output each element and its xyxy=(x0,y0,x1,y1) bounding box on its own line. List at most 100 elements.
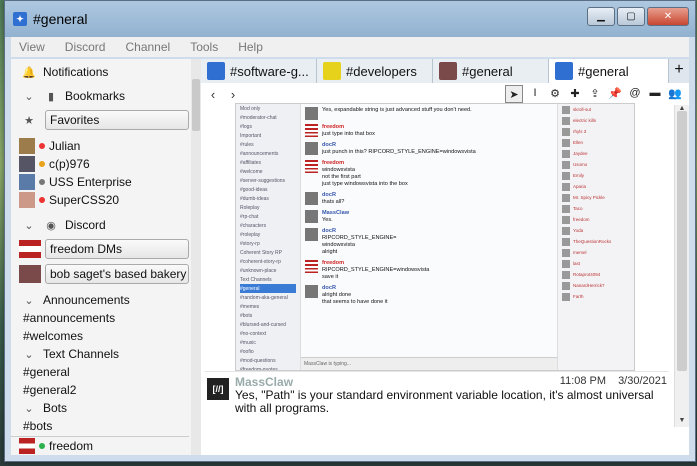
embed-user-name: Taco xyxy=(573,206,583,211)
avatar xyxy=(562,237,570,246)
sidebar-scroll-thumb[interactable] xyxy=(192,79,200,131)
avatar xyxy=(305,210,318,223)
current-user[interactable]: freedom xyxy=(11,436,189,455)
add-tab-button[interactable]: + xyxy=(669,59,689,83)
channel-bots[interactable]: #bots xyxy=(11,417,189,435)
contact-julian[interactable]: Julian xyxy=(11,137,189,155)
embed-channel-item: #coherent-story-rp xyxy=(240,258,281,265)
embed-message: docR just punch in this? RIPCORD_STYLE_EN… xyxy=(305,142,554,156)
mention-icon[interactable]: @ xyxy=(627,85,643,101)
contact-c976[interactable]: c(p)976 xyxy=(11,155,189,173)
upload-icon[interactable]: ⇪ xyxy=(587,85,603,101)
server-bakery-button[interactable]: bob saget's based bakery xyxy=(45,264,189,284)
message-date: 3/30/2021 xyxy=(618,375,667,387)
embed-message: freedom RIPCORD_STYLE_ENGINE=windowsvista… xyxy=(305,260,554,281)
category-text-channels[interactable]: ⌄ Text Channels xyxy=(11,345,189,363)
contact-uss-enterprise[interactable]: USS Enterprise xyxy=(11,173,189,191)
embed-text: RIPCORD_STYLE_ENGINE=windowsvista xyxy=(322,267,430,273)
scroll-down-icon[interactable]: ▼ xyxy=(675,417,689,427)
channel-label: #general xyxy=(23,365,70,379)
menu-channel[interactable]: Channel xyxy=(125,40,170,54)
embed-user: Rotaprot4094 xyxy=(558,269,634,280)
sidebar-discord[interactable]: ⌄ ◉ Discord xyxy=(11,216,189,234)
embed-channel-item: #dumb-ideas xyxy=(240,195,269,202)
text-cursor-icon[interactable]: I xyxy=(527,85,543,101)
embed-user: rhyls 3 xyxy=(558,126,634,137)
embed-user-name: skroll-sut xyxy=(573,107,592,112)
notifications-label: Notifications xyxy=(43,65,109,79)
embed-user: electric kills xyxy=(558,115,634,126)
embed-channel-item: Mod only xyxy=(240,105,261,112)
embed-user-name: Farth xyxy=(573,294,584,299)
channel-label: #general2 xyxy=(23,383,77,397)
main-panel: #software-g... #developers #general #gen… xyxy=(201,59,689,455)
menu-bar: View Discord Channel Tools Help xyxy=(11,37,689,57)
category-announcements[interactable]: ⌄ Announcements xyxy=(11,291,189,309)
avatar xyxy=(562,116,570,125)
pin-icon[interactable]: 📌 xyxy=(607,85,623,101)
message-text: Yes, "Path" is your standard environment… xyxy=(235,388,654,415)
sidebar-bookmarks[interactable]: ⌄ ▮ Bookmarks xyxy=(11,87,189,105)
tab-general-1[interactable]: #general xyxy=(433,59,549,83)
screenshot-embed[interactable]: Mod only #moderator-chat #logs Important #ru… xyxy=(235,103,635,371)
message-author[interactable]: MassClaw xyxy=(235,375,293,389)
menu-help[interactable]: Help xyxy=(238,40,263,54)
avatar xyxy=(19,265,41,283)
back-icon[interactable]: ‹ xyxy=(205,87,221,102)
embed-user-name: rhyls 3 xyxy=(573,129,587,134)
embed-channel-item: #music xyxy=(240,339,256,346)
close-button[interactable]: ✕ xyxy=(647,7,689,26)
channel-welcomes[interactable]: #welcomes xyxy=(11,327,189,345)
channel-general2[interactable]: #general2 xyxy=(11,381,189,399)
embed-messages: Yes, expandable string is just advanced … xyxy=(301,104,558,370)
menu-tools[interactable]: Tools xyxy=(190,40,218,54)
favorites-button[interactable]: Favorites xyxy=(45,110,189,130)
plus-icon[interactable]: ✚ xyxy=(567,85,583,101)
channel-list-icon[interactable]: ▬ xyxy=(647,85,663,101)
server-icon xyxy=(323,62,341,80)
embed-channel-item: #random-aka-general xyxy=(240,294,288,301)
sidebar-notifications[interactable]: 🔔 Notifications xyxy=(11,63,189,81)
tab-software[interactable]: #software-g... xyxy=(201,59,317,83)
category-bots[interactable]: ⌄ Bots xyxy=(11,399,189,417)
contact-supercss20[interactable]: SuperCSS20 xyxy=(11,191,189,209)
embed-user: Jaydee xyxy=(558,148,634,159)
status-dot xyxy=(39,443,45,449)
tab-general-2[interactable]: #general xyxy=(549,59,669,83)
maximize-button[interactable]: ▢ xyxy=(617,7,645,26)
messages-scrollbar[interactable]: ▲ ▼ xyxy=(674,105,689,427)
pointer-icon[interactable]: ➤ xyxy=(505,85,523,103)
menu-discord[interactable]: Discord xyxy=(65,40,106,54)
embed-user-name: Mr. Spicy Pickle xyxy=(573,195,605,200)
tab-developers[interactable]: #developers xyxy=(317,59,433,83)
minimize-button[interactable]: ▁ xyxy=(587,7,615,26)
members-icon[interactable]: 👥 xyxy=(667,85,683,101)
channel-announcements[interactable]: #announcements xyxy=(11,309,189,327)
avatar xyxy=(19,156,35,172)
bookmark-icon: ▮ xyxy=(47,90,55,103)
status-dot xyxy=(39,161,45,167)
channel-general[interactable]: #general xyxy=(11,363,189,381)
embed-user: last xyxy=(558,258,634,269)
avatar xyxy=(305,124,318,137)
messages-scroll-thumb[interactable] xyxy=(677,111,687,371)
embed-user-name: Emily xyxy=(573,173,584,178)
chevron-down-icon: ⌄ xyxy=(24,348,34,361)
server-freedom-dms-button[interactable]: freedom DMs xyxy=(45,239,189,259)
avatar xyxy=(562,160,570,169)
category-label: Text Channels xyxy=(43,347,120,361)
gear-icon[interactable]: ⚙ xyxy=(547,85,563,101)
embed-channel-item: Coherent Story RP xyxy=(240,249,282,256)
embed-user-name: memel xyxy=(573,250,587,255)
title-bar[interactable]: ✦ #general ▁ ▢ ✕ xyxy=(5,1,695,37)
embed-user-name: NanardHerrick7 xyxy=(573,283,605,288)
forward-icon[interactable]: › xyxy=(225,87,241,102)
embed-channel-item: #memes xyxy=(240,303,260,310)
embed-user-name: Rotaprot4094 xyxy=(573,272,601,277)
embed-message: Yes, expandable string is just advanced … xyxy=(305,107,554,120)
current-user-name: freedom xyxy=(49,439,94,453)
avatar xyxy=(305,107,318,120)
sidebar-scrollbar[interactable] xyxy=(191,59,201,455)
embed-user: Aparia xyxy=(558,181,634,192)
menu-view[interactable]: View xyxy=(19,40,45,54)
